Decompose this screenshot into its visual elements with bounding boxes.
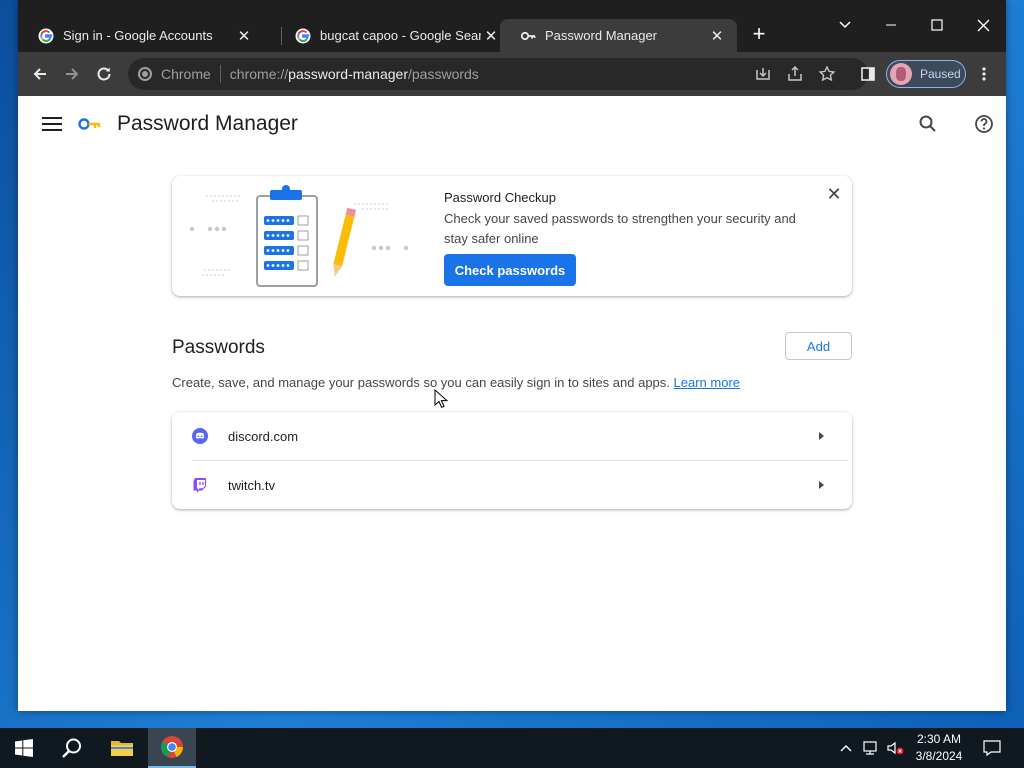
google-g-icon xyxy=(295,28,311,43)
close-tab-icon[interactable]: ✕ xyxy=(234,26,254,46)
tab-bugcat-search[interactable]: bugcat capoo - Google Search ✕ xyxy=(275,19,501,52)
tab-search-chevron-icon[interactable] xyxy=(822,8,868,42)
tab-title: bugcat capoo - Google Search xyxy=(320,28,481,43)
bookmark-star-icon[interactable] xyxy=(818,65,836,83)
add-password-button[interactable]: Add xyxy=(785,332,852,360)
search-icon xyxy=(62,738,81,758)
omnibox-separator xyxy=(219,65,221,83)
notification-center-icon[interactable] xyxy=(980,728,1004,768)
system-clock[interactable]: 2:30 AM 3/8/2024 xyxy=(906,731,972,765)
forward-button[interactable] xyxy=(58,60,86,88)
arrow-left-icon xyxy=(33,68,46,80)
check-passwords-button[interactable]: Check passwords xyxy=(444,254,576,286)
url-scheme: chrome:// xyxy=(229,66,289,82)
tab-strip: Sign in - Google Accounts ✕ bugcat capoo… xyxy=(18,0,1006,52)
twitch-icon xyxy=(193,478,206,493)
mouse-cursor-icon xyxy=(434,389,448,408)
taskbar-search-button[interactable] xyxy=(48,728,96,768)
dismiss-checkup-close-icon[interactable]: ✕ xyxy=(824,184,844,204)
close-window-button[interactable] xyxy=(960,8,1006,42)
tab-password-manager[interactable]: Password Manager ✕ xyxy=(500,19,737,52)
app-header: Password Manager xyxy=(18,96,1006,154)
site-name: discord.com xyxy=(228,428,299,444)
new-tab-button[interactable]: + xyxy=(749,23,769,46)
url-text: chrome://password-manager/passwords xyxy=(230,66,479,82)
google-g-icon xyxy=(38,28,54,43)
password-checkup-card: Password Checkup Check your saved passwo… xyxy=(172,176,852,296)
passwords-description: Create, save, and manage your passwords … xyxy=(172,375,740,390)
taskbar: 2:30 AM 3/8/2024 xyxy=(0,728,1024,768)
windows-logo-icon xyxy=(15,739,33,757)
maximize-button[interactable] xyxy=(914,8,960,42)
show-hidden-icons-chevron-icon[interactable] xyxy=(836,728,856,768)
tab-title: Password Manager xyxy=(545,28,657,43)
password-manager-page: Password Manager Password Checkup Check … xyxy=(18,96,1006,711)
start-button[interactable] xyxy=(0,728,48,768)
reload-button[interactable] xyxy=(90,60,118,88)
help-icon[interactable] xyxy=(972,112,996,136)
main-menu-button[interactable] xyxy=(40,114,64,136)
install-app-icon[interactable] xyxy=(754,65,772,83)
chevron-right-icon xyxy=(819,432,824,440)
site-chip-label: Chrome xyxy=(161,66,211,82)
tab-sign-in[interactable]: Sign in - Google Accounts ✕ xyxy=(18,19,264,52)
clock-time: 2:30 AM xyxy=(916,732,962,746)
passwords-heading: Passwords xyxy=(172,337,265,358)
checkup-illustration xyxy=(189,185,409,287)
browser-toolbar: Chrome chrome://password-manager/passwor… xyxy=(18,52,1006,96)
passwords-description-text: Create, save, and manage your passwords … xyxy=(172,375,670,390)
volume-muted-icon[interactable] xyxy=(884,728,906,768)
page-title: Password Manager xyxy=(117,112,298,135)
site-chip[interactable]: Chrome xyxy=(128,66,211,82)
password-manager-logo xyxy=(78,118,101,130)
browser-menu-button[interactable] xyxy=(970,60,998,88)
site-name: twitch.tv xyxy=(228,477,275,493)
browser-window: Sign in - Google Accounts ✕ bugcat capoo… xyxy=(18,0,1006,711)
file-explorer-button[interactable] xyxy=(98,728,146,768)
chevron-right-icon xyxy=(819,481,824,489)
tab-title: Sign in - Google Accounts xyxy=(63,28,213,43)
chrome-taskbar-button[interactable] xyxy=(148,728,196,768)
minimize-button[interactable] xyxy=(868,8,914,42)
folder-icon xyxy=(111,741,133,756)
clock-date: 3/8/2024 xyxy=(915,749,963,763)
url-path: /passwords xyxy=(408,66,479,82)
learn-more-link[interactable]: Learn more xyxy=(674,375,740,390)
network-icon[interactable] xyxy=(860,728,882,768)
discord-icon xyxy=(192,428,208,444)
close-tab-icon[interactable]: ✕ xyxy=(707,26,727,46)
chrome-icon xyxy=(161,736,183,758)
profile-button[interactable]: Paused xyxy=(886,60,966,88)
side-panel-button[interactable] xyxy=(854,60,882,88)
back-button[interactable] xyxy=(26,60,54,88)
reload-icon xyxy=(97,67,111,81)
close-tab-icon[interactable]: ✕ xyxy=(481,26,501,46)
kebab-menu-icon xyxy=(982,67,986,81)
search-icon[interactable] xyxy=(916,112,940,136)
checkup-title: Password Checkup xyxy=(444,190,556,205)
chrome-icon xyxy=(138,67,152,81)
password-row-discord[interactable]: discord.com xyxy=(172,412,852,460)
omnibox[interactable]: Chrome chrome://password-manager/passwor… xyxy=(128,58,868,90)
password-row-twitch[interactable]: twitch.tv xyxy=(172,461,852,509)
profile-status: Paused xyxy=(920,67,961,81)
share-icon[interactable] xyxy=(786,65,804,83)
avatar xyxy=(890,63,912,85)
arrow-right-icon xyxy=(66,68,79,80)
password-list: discord.com twitch.tv xyxy=(172,412,852,509)
key-icon xyxy=(520,31,536,40)
checkup-description: Check your saved passwords to strengthen… xyxy=(444,211,796,246)
side-panel-icon xyxy=(861,67,875,81)
url-host: password-manager xyxy=(288,66,408,82)
